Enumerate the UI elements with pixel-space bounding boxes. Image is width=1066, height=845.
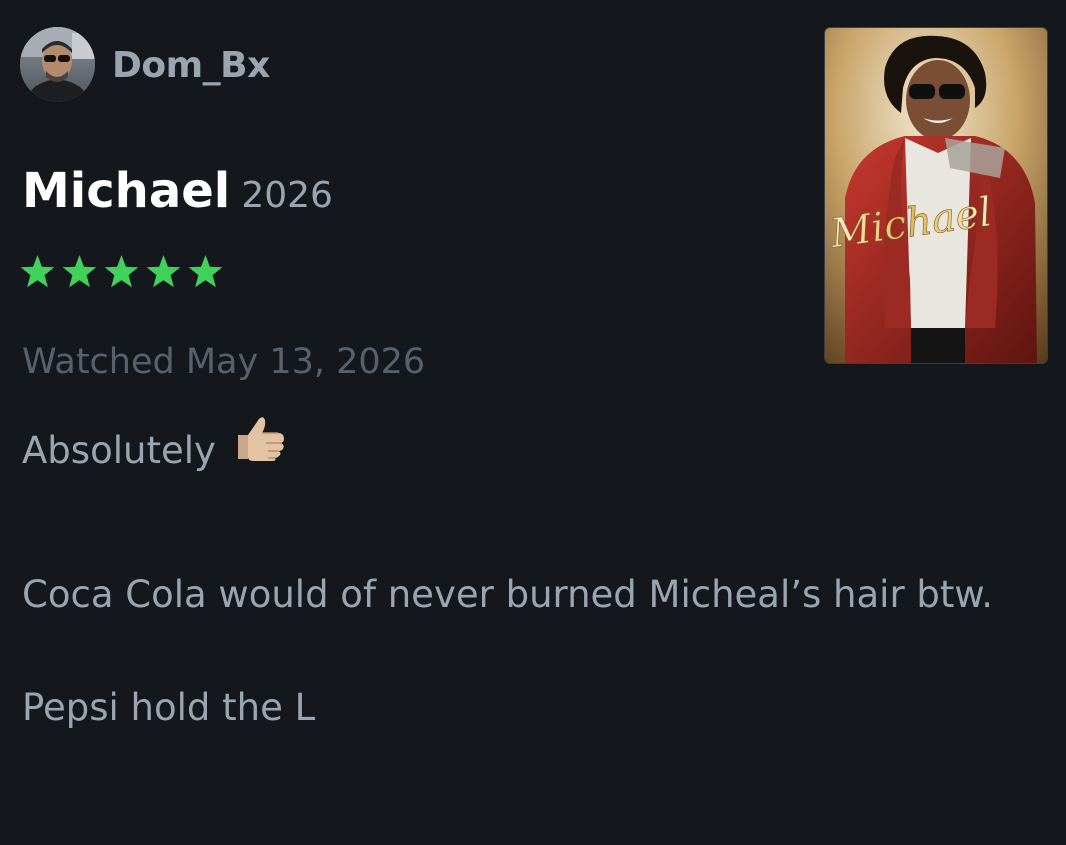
star-icon	[20, 255, 55, 288]
avatar-photo	[20, 27, 95, 102]
star-rating	[20, 252, 225, 294]
film-title-link[interactable]: Michael	[22, 163, 230, 219]
star-icon	[62, 255, 97, 288]
thumbs-up-icon	[232, 413, 288, 485]
watched-date: Watched May 13, 2026	[22, 342, 426, 382]
star-rating-icons	[20, 255, 223, 288]
film-year-link[interactable]: 2026	[241, 175, 333, 216]
review-line-1-text: Absolutely	[22, 429, 216, 472]
review-paragraph-3: Pepsi hold the L	[22, 686, 316, 729]
film-title-row: Michael 2026	[22, 163, 333, 219]
star-icon	[146, 255, 181, 288]
film-poster[interactable]: Michael	[824, 27, 1048, 364]
review-line-1: Absolutely	[22, 415, 1052, 487]
poster-image: Michael	[825, 28, 1047, 363]
user-avatar[interactable]	[20, 27, 95, 102]
review-body: Absolutely Coca Cola would of never burn…	[22, 415, 1052, 744]
star-icon	[104, 255, 139, 288]
review-paragraph-2: Coca Cola would of never burned Micheal’…	[22, 573, 994, 616]
username-link[interactable]: Dom_Bx	[112, 45, 270, 86]
star-icon	[188, 255, 223, 288]
